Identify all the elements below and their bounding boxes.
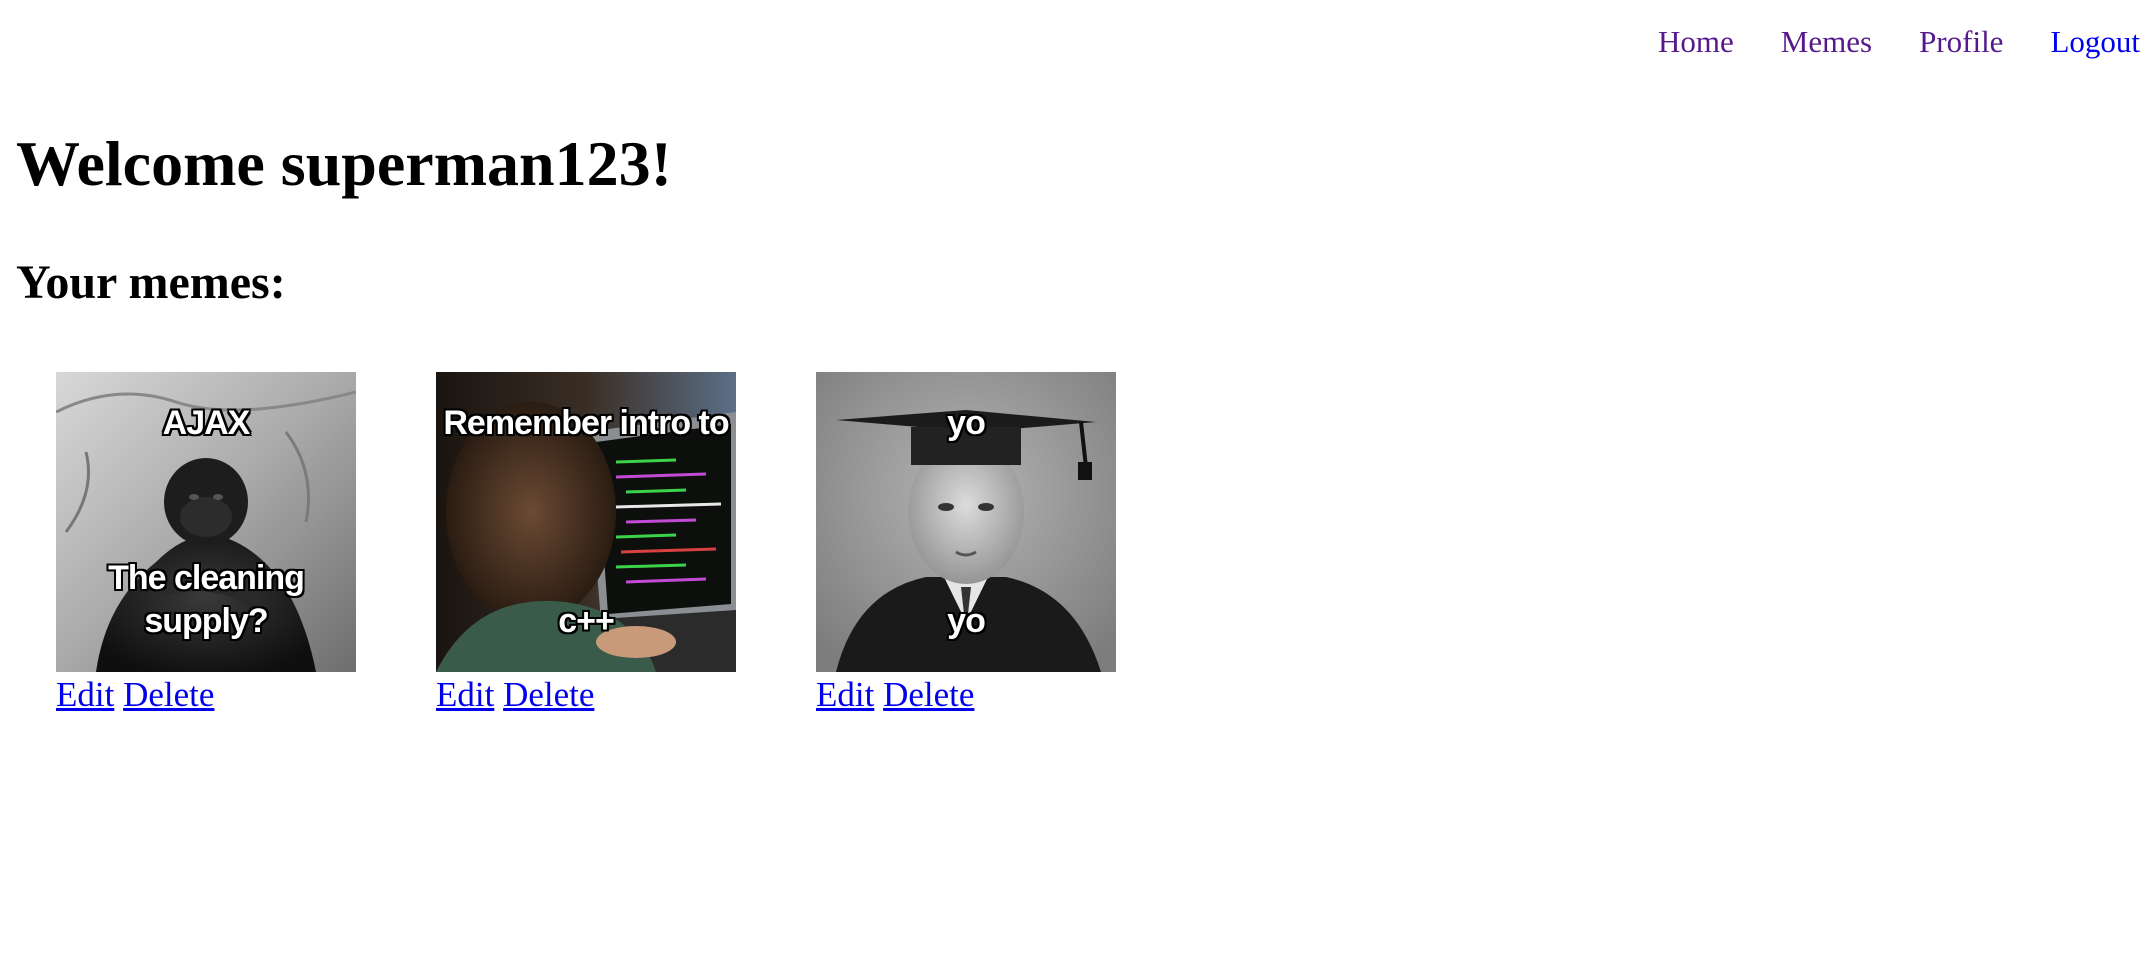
meme-top-text: yo [947,404,986,442]
top-nav: Home Memes Profile Logout [1658,24,2140,60]
nav-logout-link[interactable]: Logout [2050,24,2140,60]
meme-image: yo yo [816,372,1116,672]
edit-link[interactable]: Edit [436,675,494,714]
meme-card: Remember intro to c++ Edit Delete [436,372,736,716]
nav-home-link[interactable]: Home [1658,24,1734,60]
memes-heading: Your memes: [16,256,286,309]
meme-image: AJAX The cleaning supply? [56,372,356,672]
delete-link[interactable]: Delete [883,675,974,714]
delete-link[interactable]: Delete [123,675,214,714]
nav-profile-link[interactable]: Profile [1919,24,2003,60]
delete-link[interactable]: Delete [503,675,594,714]
meme-bottom-text: yo [947,601,986,640]
meme-card: AJAX The cleaning supply? Edit Delete [56,372,356,716]
edit-link[interactable]: Edit [816,675,874,714]
meme-top-text: AJAX [162,404,251,442]
meme-actions: Edit Delete [56,674,356,716]
meme-card: yo yo Edit Delete [816,372,1116,716]
meme-bottom-text: c++ [558,601,615,640]
meme-bottom-text: The cleaning supply? [108,559,305,640]
meme-image: Remember intro to c++ [436,372,736,672]
meme-top-text: Remember intro to [443,404,729,442]
page-title: Welcome superman123! [16,128,672,199]
edit-link[interactable]: Edit [56,675,114,714]
meme-actions: Edit Delete [816,674,1116,716]
nav-memes-link[interactable]: Memes [1781,24,1872,60]
meme-actions: Edit Delete [436,674,736,716]
